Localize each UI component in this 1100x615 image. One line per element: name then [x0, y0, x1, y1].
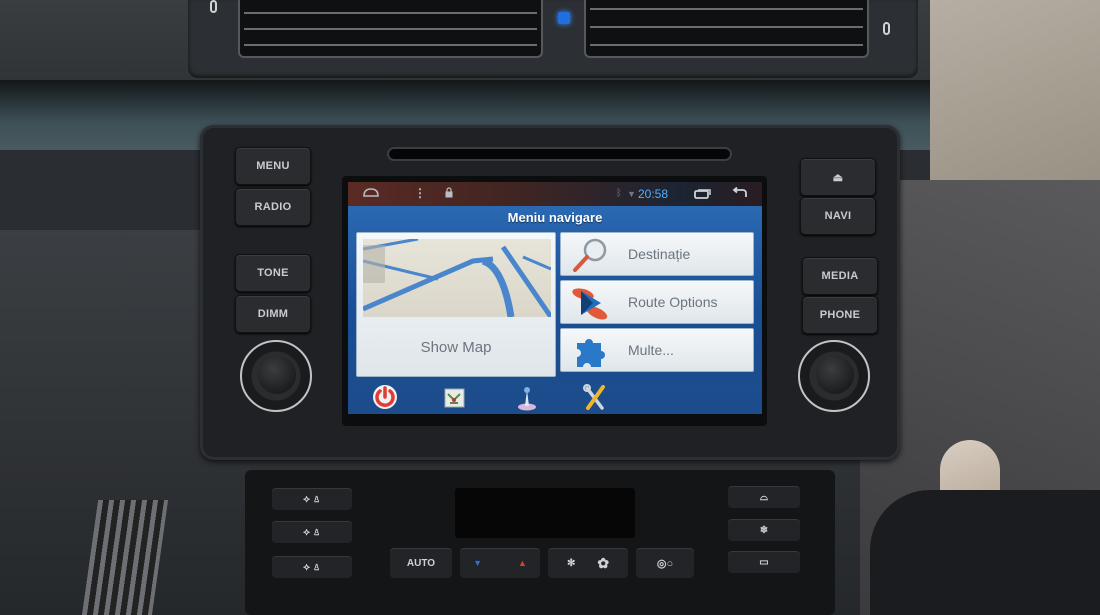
menu-button[interactable]: MENU [235, 147, 311, 185]
overflow-menu-icon[interactable]: ⋮ [414, 186, 426, 200]
navi-button[interactable]: NAVI [800, 197, 876, 235]
back-icon[interactable] [731, 186, 749, 202]
route-options-icon [571, 285, 611, 321]
phone-button[interactable]: PHONE [802, 296, 878, 334]
home-icon[interactable] [362, 186, 380, 201]
show-map-label: Show Map [420, 339, 492, 356]
more-label: Multe... [628, 342, 674, 358]
page-title: Meniu navigare [507, 210, 603, 225]
magnifier-icon [571, 237, 611, 273]
cd-slot[interactable] [387, 147, 732, 161]
clock: 20:58 [638, 187, 669, 201]
volume-knob-cap [258, 356, 296, 394]
recirculation-button[interactable]: ◎○ [636, 548, 694, 578]
air-flow-upper-button[interactable]: ⟡ ♙ [272, 488, 352, 510]
air-vent-left[interactable] [238, 0, 543, 58]
air-flow-lower-icon: ⟡ ♙ [303, 561, 321, 573]
vent-dial-left[interactable] [210, 0, 217, 13]
rear-defrost-button[interactable]: ▭ [728, 551, 800, 573]
lock-icon [445, 187, 453, 201]
fan-low-icon[interactable]: ✻ [567, 558, 575, 569]
dimm-button[interactable]: DIMM [235, 295, 311, 333]
auto-button[interactable]: AUTO [390, 548, 452, 578]
fan-speed-rocker[interactable]: ✻ ✿ [548, 548, 628, 578]
bluetooth-icon: ᛒ [616, 188, 622, 199]
recent-apps-icon[interactable] [694, 187, 712, 202]
route-options-label: Route Options [628, 294, 718, 310]
map-view-icon[interactable] [440, 382, 470, 412]
eject-icon: ⏏ [832, 171, 844, 184]
air-flow-lower-button[interactable]: ⟡ ♙ [272, 556, 352, 578]
power-icon[interactable] [370, 382, 400, 412]
radio-button[interactable]: RADIO [235, 188, 311, 226]
front-defrost-icon: ⌓ [760, 491, 768, 503]
destination-button[interactable]: Destinație [560, 232, 754, 276]
show-map-button[interactable]: Show Map [356, 232, 556, 377]
tune-knob[interactable] [798, 340, 870, 412]
route-options-button[interactable]: Route Options [560, 280, 754, 324]
rear-defrost-icon: ▭ [759, 556, 769, 568]
map-preview [363, 239, 551, 317]
vent-dial-right[interactable] [883, 22, 890, 35]
puzzle-icon [571, 333, 611, 369]
air-flow-middle-button[interactable]: ⟡ ♙ [272, 521, 352, 543]
vent-indicator-light [558, 12, 570, 24]
air-flow-upper-icon: ⟡ ♙ [303, 493, 321, 505]
fan-high-icon[interactable]: ✿ [597, 555, 609, 572]
seat [870, 490, 1100, 615]
air-flow-middle-icon: ⟡ ♙ [303, 526, 321, 538]
route-info-icon[interactable] [512, 382, 542, 412]
climate-display [455, 488, 635, 538]
more-button[interactable]: Multe... [560, 328, 754, 372]
android-status-bar: ⋮ ᛒ ▼ 20:58 [348, 182, 762, 206]
destination-label: Destinație [628, 246, 691, 262]
eject-button[interactable]: ⏏ [800, 158, 876, 196]
wifi-icon: ▼ [627, 189, 636, 199]
ac-button[interactable]: ❄ [728, 519, 800, 541]
touchscreen[interactable]: ⋮ ᛒ ▼ 20:58 Meniu navigare Show Map Dest… [348, 182, 762, 414]
front-defrost-button[interactable]: ⌓ [728, 486, 800, 508]
temperature-rocker[interactable]: ▼ ▲ [460, 548, 540, 578]
temp-down-icon[interactable]: ▼ [473, 558, 482, 568]
tune-knob-cap [816, 356, 854, 394]
volume-knob[interactable] [240, 340, 312, 412]
temp-up-icon[interactable]: ▲ [518, 558, 527, 568]
tone-button[interactable]: TONE [235, 254, 311, 292]
air-vent-right[interactable] [584, 0, 869, 58]
ac-icon: ❄ [759, 524, 769, 536]
recirculation-icon: ◎○ [656, 557, 674, 570]
media-button[interactable]: MEDIA [802, 257, 878, 295]
bottom-dock [348, 380, 762, 414]
tools-icon[interactable] [580, 382, 610, 412]
